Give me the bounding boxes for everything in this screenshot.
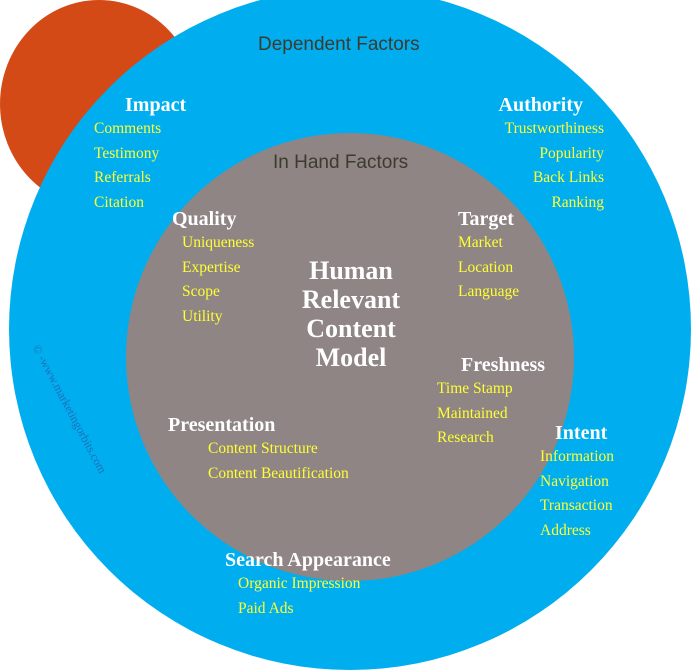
group-impact: Impact Comments Testimony Referrals Cita…: [94, 93, 186, 215]
list-item: Information: [540, 448, 615, 465]
core-line: Human: [309, 256, 393, 285]
list-item: Maintained: [437, 404, 508, 422]
core-line: Relevant: [301, 285, 401, 314]
list-item: Back Links: [532, 169, 604, 186]
list-item: Popularity: [539, 144, 604, 162]
list-item: Trustworthiness: [504, 120, 604, 137]
core-title: Human Relevant Content Model: [252, 256, 450, 372]
list-item: Time Stamp: [437, 380, 513, 397]
list-item: Referrals: [94, 169, 151, 186]
list-item: Uniqueness: [182, 234, 255, 251]
group-target: Target Market Location Language: [458, 207, 519, 305]
list-item: Organic Impression: [238, 575, 361, 592]
group-heading: Impact: [125, 94, 187, 116]
core-line: Model: [315, 343, 387, 372]
group-heading: Target: [458, 208, 514, 230]
group-intent: Intent Information Navigation Transactio…: [540, 421, 614, 543]
list-item: Paid Ads: [238, 599, 294, 617]
group-heading: Intent: [555, 422, 608, 444]
group-quality: Quality Uniqueness Expertise Scope Utili…: [172, 207, 254, 329]
list-item: Comments: [94, 120, 162, 137]
group-search-appearance: Search Appearance Organic Impression Pai…: [225, 548, 391, 621]
list-item: Research: [437, 429, 494, 446]
core-line: Content: [306, 314, 396, 343]
group-heading: Quality: [172, 208, 237, 230]
list-item: Utility: [182, 307, 223, 325]
dependent-factors-title: Dependent Factors: [258, 34, 420, 55]
list-item: Testimony: [94, 144, 160, 162]
group-heading: Presentation: [168, 414, 276, 436]
list-item: Location: [458, 258, 514, 276]
group-heading: Freshness: [461, 354, 546, 376]
list-item: Navigation: [540, 472, 609, 490]
group-freshness: Freshness Time Stamp Maintained Research: [437, 353, 545, 451]
group-heading: Authority: [498, 94, 583, 116]
list-item: Language: [458, 283, 520, 300]
group-authority: Authority Trustworthiness Popularity Bac…: [499, 93, 604, 215]
group-presentation: Presentation Content Structure Content B…: [168, 413, 349, 486]
list-item: Content Beautification: [208, 464, 349, 482]
list-item: Scope: [182, 283, 220, 300]
list-item: Expertise: [182, 258, 241, 276]
list-item: Address: [540, 521, 591, 539]
group-heading: Search Appearance: [225, 549, 391, 571]
list-item: Market: [458, 234, 503, 251]
in-hand-factors-title: In Hand Factors: [273, 152, 409, 173]
list-item: Transaction: [540, 497, 613, 514]
list-item: Content Structure: [208, 440, 318, 457]
content-model-diagram: Dependent Factors In Hand Factors Impact…: [0, 0, 700, 670]
